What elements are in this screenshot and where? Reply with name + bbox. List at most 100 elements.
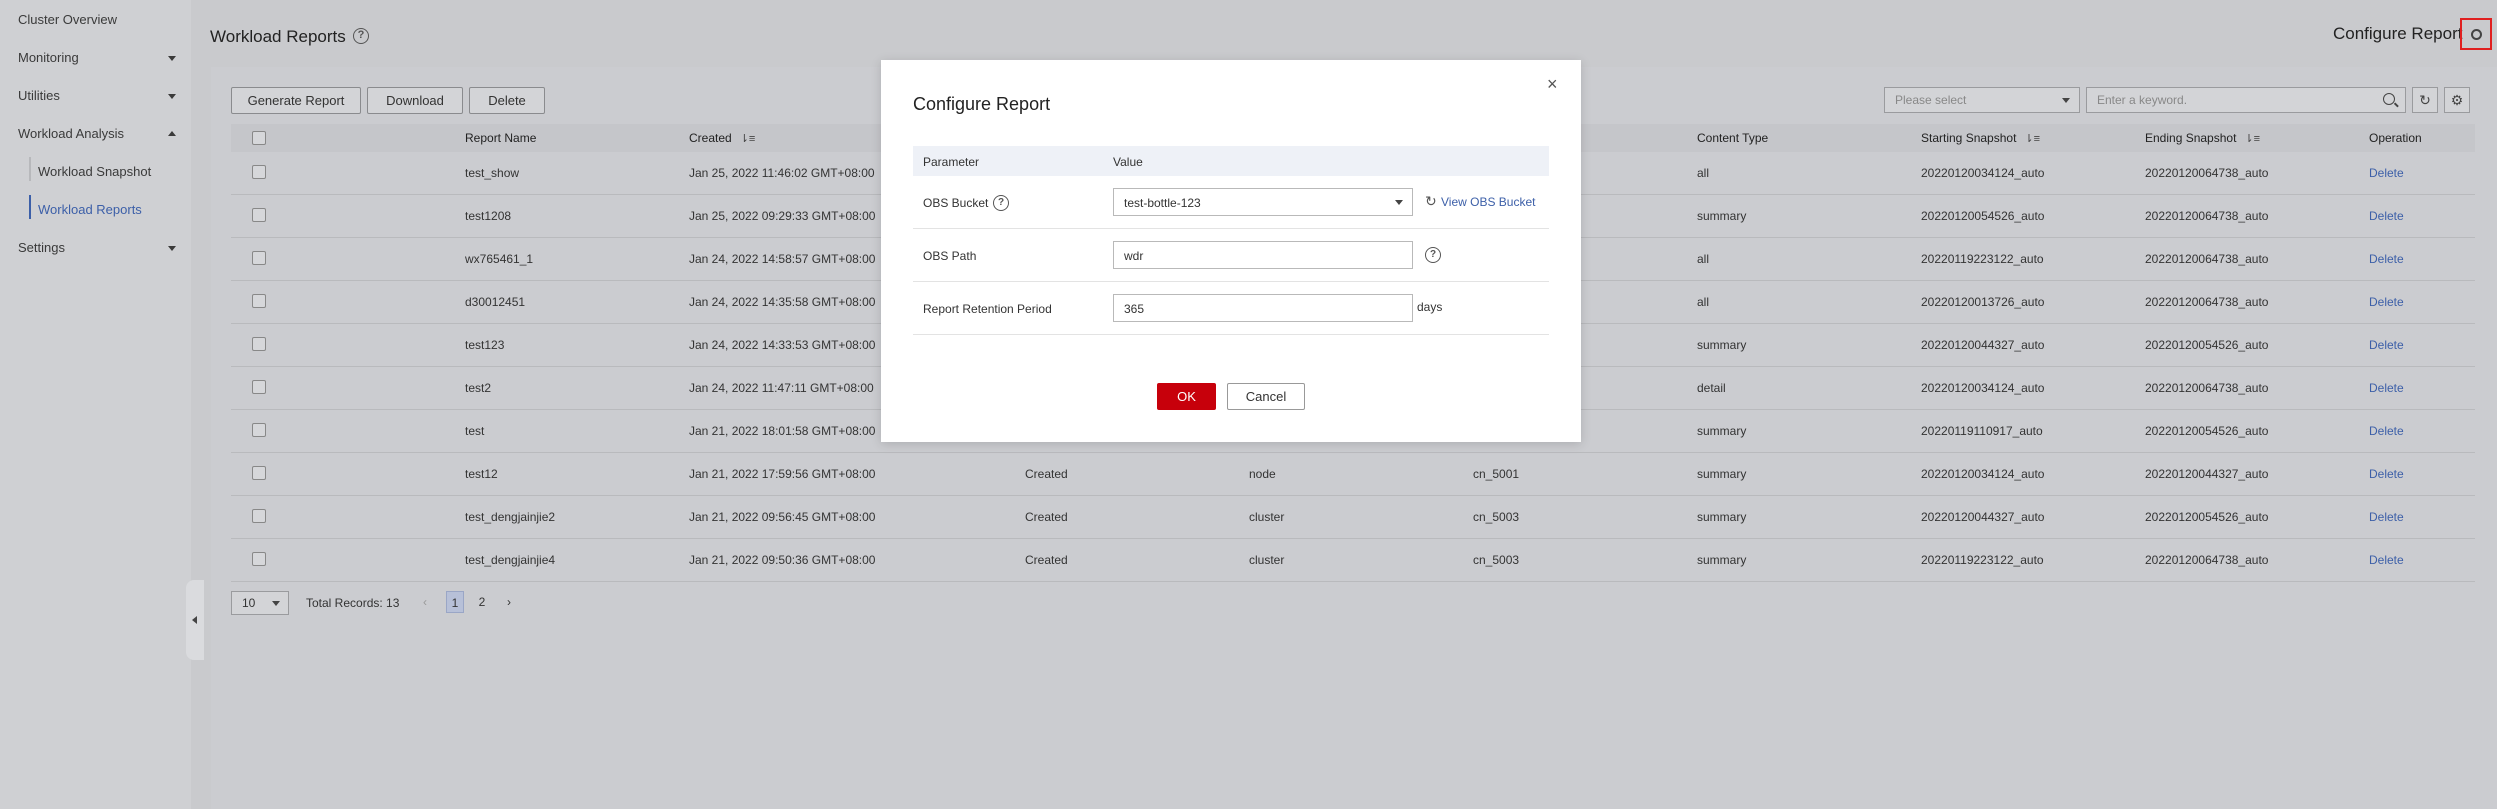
- prev-page-button[interactable]: ‹: [416, 591, 434, 613]
- sidebar-item-monitoring[interactable]: Monitoring: [18, 50, 79, 65]
- download-button[interactable]: Download: [367, 87, 463, 114]
- page-1-button[interactable]: 1: [446, 591, 464, 613]
- delete-link[interactable]: Delete: [2369, 166, 2404, 180]
- obs-bucket-select[interactable]: test-bottle-123: [1113, 188, 1413, 216]
- cell-content-type: detail: [1697, 381, 1726, 395]
- page-size-select[interactable]: 10: [231, 591, 289, 615]
- cell-content-type: all: [1697, 295, 1710, 309]
- refresh-button[interactable]: ↻: [2412, 87, 2438, 113]
- delete-link[interactable]: Delete: [2369, 553, 2404, 567]
- column-header-starting-snapshot-label: Starting Snapshot: [1921, 131, 2017, 145]
- row-checkbox[interactable]: [252, 251, 266, 265]
- column-header-starting-snapshot[interactable]: Starting Snapshot ⇂≡: [1921, 131, 2040, 145]
- filter-select[interactable]: Please select: [1884, 87, 2080, 113]
- cell-ending-snapshot: 20220120064738_auto: [2145, 252, 2269, 266]
- chevron-down-icon[interactable]: [168, 56, 176, 61]
- sidebar-item-workload-snapshot[interactable]: Workload Snapshot: [38, 164, 151, 179]
- delete-link[interactable]: Delete: [2369, 209, 2404, 223]
- search-icon[interactable]: [2383, 93, 2395, 105]
- table-row[interactable]: test_dengjainjie4 Jan 21, 2022 09:50:36 G…: [231, 539, 2475, 582]
- sub-nav-active-indicator: [29, 195, 31, 219]
- delete-link[interactable]: Delete: [2369, 338, 2404, 352]
- row-checkbox[interactable]: [252, 208, 266, 222]
- configure-report-dialog: Configure Report × Parameter Value OBS B…: [881, 60, 1581, 442]
- sidebar-item-workload-analysis[interactable]: Workload Analysis: [18, 126, 124, 141]
- cell-report-name: d30012451: [465, 295, 526, 309]
- sidebar-item-cluster-overview[interactable]: Cluster Overview: [18, 12, 117, 27]
- cell-report-name: test: [465, 424, 485, 438]
- cell-created: Jan 24, 2022 14:58:57 GMT+08:00: [689, 252, 876, 266]
- chevron-down-icon[interactable]: [168, 94, 176, 99]
- cell-ending-snapshot: 20220120054526_auto: [2145, 510, 2269, 524]
- retention-value: 365: [1124, 302, 1145, 316]
- help-icon[interactable]: ?: [353, 28, 369, 44]
- delete-button[interactable]: Delete: [469, 87, 545, 114]
- obs-path-row: OBS Path wdr ?: [913, 229, 1549, 282]
- cell-starting-snapshot: 20220120013726_auto: [1921, 295, 2045, 309]
- cell-ending-snapshot: 20220120064738_auto: [2145, 209, 2269, 223]
- gear-icon: [2471, 29, 2482, 40]
- ok-button[interactable]: OK: [1157, 383, 1216, 410]
- obs-bucket-label: OBS Bucket: [923, 196, 989, 210]
- generate-report-button[interactable]: Generate Report: [231, 87, 361, 114]
- cell-ending-snapshot: 20220120044327_auto: [2145, 467, 2269, 481]
- row-checkbox[interactable]: [252, 552, 266, 566]
- cell-node: cn_5003: [1473, 510, 1520, 524]
- row-checkbox[interactable]: [252, 165, 266, 179]
- delete-link[interactable]: Delete: [2369, 295, 2404, 309]
- cell-report-name: wx765461_1: [465, 252, 534, 266]
- cell-node: cn_5003: [1473, 553, 1520, 567]
- sort-icon[interactable]: ⇂≡: [740, 132, 756, 145]
- sort-icon[interactable]: ⇂≡: [2244, 132, 2260, 145]
- delete-link[interactable]: Delete: [2369, 424, 2404, 438]
- delete-link[interactable]: Delete: [2369, 252, 2404, 266]
- sidebar-item-settings[interactable]: Settings: [18, 240, 65, 255]
- column-header-created[interactable]: Created ⇂≡: [689, 131, 755, 145]
- cell-starting-snapshot: 20220119223122_auto: [1921, 553, 2044, 567]
- delete-link[interactable]: Delete: [2369, 381, 2404, 395]
- table-row[interactable]: test12 Jan 21, 2022 17:59:56 GMT+08:00 Cre…: [231, 453, 2475, 496]
- help-icon[interactable]: ?: [1425, 247, 1441, 263]
- select-all-checkbox[interactable]: [252, 131, 266, 145]
- column-header-ending-snapshot[interactable]: Ending Snapshot ⇂≡: [2145, 131, 2260, 145]
- sidebar-collapse-handle[interactable]: [186, 580, 204, 660]
- cell-ending-snapshot: 20220120054526_auto: [2145, 424, 2269, 438]
- cell-content-type: summary: [1697, 553, 1747, 567]
- cell-content-type: all: [1697, 166, 1710, 180]
- cell-report-type: node: [1249, 467, 1276, 481]
- search-input[interactable]: Enter a keyword.: [2086, 87, 2406, 113]
- help-icon[interactable]: ?: [993, 195, 1009, 211]
- obs-path-field[interactable]: wdr: [1113, 241, 1413, 269]
- sort-icon[interactable]: ⇂≡: [2024, 132, 2040, 145]
- table-row[interactable]: test_dengjainjie2 Jan 21, 2022 09:56:45 G…: [231, 496, 2475, 539]
- column-settings-button[interactable]: ⚙: [2444, 87, 2470, 113]
- obs-path-label: OBS Path: [923, 249, 977, 263]
- view-obs-bucket-link[interactable]: View OBS Bucket: [1441, 195, 1536, 209]
- cell-status: Created: [1025, 553, 1068, 567]
- cancel-button[interactable]: Cancel: [1227, 383, 1305, 410]
- row-checkbox[interactable]: [252, 509, 266, 523]
- sidebar: Cluster Overview Monitoring Utilities Wo…: [0, 0, 191, 809]
- close-icon[interactable]: ×: [1547, 75, 1558, 93]
- chevron-up-icon[interactable]: [168, 131, 176, 136]
- total-records: Total Records: 13: [306, 596, 400, 610]
- chevron-down-icon[interactable]: [168, 246, 176, 251]
- row-checkbox[interactable]: [252, 466, 266, 480]
- configure-report-button[interactable]: [2460, 18, 2492, 50]
- cell-starting-snapshot: 20220120034124_auto: [1921, 166, 2045, 180]
- cell-ending-snapshot: 20220120064738_auto: [2145, 553, 2269, 567]
- row-checkbox[interactable]: [252, 380, 266, 394]
- sidebar-item-utilities[interactable]: Utilities: [18, 88, 60, 103]
- gear-icon: ⚙: [2450, 92, 2464, 108]
- page-2-button[interactable]: 2: [473, 591, 491, 613]
- row-checkbox[interactable]: [252, 423, 266, 437]
- row-checkbox[interactable]: [252, 294, 266, 308]
- delete-link[interactable]: Delete: [2369, 467, 2404, 481]
- row-checkbox[interactable]: [252, 337, 266, 351]
- next-page-button[interactable]: ›: [500, 591, 518, 613]
- cell-report-name: test_dengjainjie4: [465, 553, 556, 567]
- refresh-icon[interactable]: ↻: [1425, 193, 1437, 210]
- delete-link[interactable]: Delete: [2369, 510, 2404, 524]
- sidebar-item-workload-reports[interactable]: Workload Reports: [38, 202, 142, 217]
- retention-field[interactable]: 365: [1113, 294, 1413, 322]
